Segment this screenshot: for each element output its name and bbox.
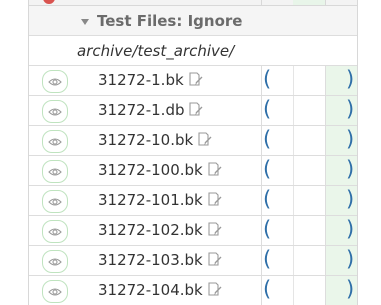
column-divider [293,216,294,245]
group-header[interactable]: Test Files: Ignore [29,6,357,36]
edit-file-icon[interactable] [207,252,223,266]
open-paren: ( [263,157,272,181]
file-row[interactable]: 31272-10.bk () [29,126,357,156]
file-row[interactable]: 31272-1.db () [29,96,357,126]
column-divider [261,186,262,215]
close-paren: ) [346,127,355,151]
file-name[interactable]: 31272-10.bk [98,131,213,149]
file-name-text: 31272-1.bk [98,71,184,89]
file-name-text: 31272-101.bk [98,191,203,209]
view-eye-button[interactable] [42,250,68,273]
file-name[interactable]: 31272-100.bk [98,161,223,179]
file-name[interactable]: 31272-1.db [98,101,204,119]
collapse-triangle-icon[interactable] [81,18,89,25]
column-divider [293,276,294,305]
close-paren: ) [346,67,355,91]
error-indicator-icon [43,0,55,4]
eye-icon [48,107,62,116]
file-row[interactable]: 31272-1.bk () [29,66,357,96]
column-divider [293,246,294,275]
file-name[interactable]: 31272-1.bk [98,71,204,89]
view-eye-button[interactable] [42,70,68,93]
eye-icon [48,227,62,236]
eye-icon [48,77,62,86]
file-name-text: 31272-1.db [98,101,185,119]
column-divider [261,276,262,305]
close-paren: ) [346,187,355,211]
column-divider [325,0,326,5]
file-row[interactable]: 31272-104.bk () [29,276,357,305]
file-name-text: 31272-10.bk [98,131,194,149]
file-name-text: 31272-104.bk [98,281,203,299]
column-divider [293,186,294,215]
edit-file-icon[interactable] [197,132,213,146]
file-name-text: 31272-100.bk [98,161,203,179]
view-eye-button[interactable] [42,280,68,303]
file-row[interactable]: 31272-103.bk () [29,246,357,276]
eye-icon [48,287,62,296]
open-paren: ( [263,97,272,121]
file-list-panel: Test Files: Ignore archive/test_archive/… [28,0,358,305]
column-divider [261,0,262,5]
group-title: Test Files: Ignore [97,11,243,30]
file-name-text: 31272-103.bk [98,251,203,269]
close-paren: ) [346,217,355,241]
column-divider [261,246,262,275]
view-eye-button[interactable] [42,160,68,183]
column-divider [293,156,294,185]
file-name[interactable]: 31272-101.bk [98,191,223,209]
eye-icon [48,257,62,266]
open-paren: ( [263,217,272,241]
close-paren: ) [346,247,355,271]
eye-icon [48,197,62,206]
file-row[interactable]: 31272-102.bk () [29,216,357,246]
column-divider [293,126,294,155]
folder-path-row: archive/test_archive/ [29,36,357,66]
view-eye-button[interactable] [42,190,68,213]
view-eye-button[interactable] [42,100,68,123]
column-divider [261,126,262,155]
view-eye-button[interactable] [42,220,68,243]
edit-file-icon[interactable] [188,72,204,86]
folder-path: archive/test_archive/ [77,41,235,60]
edit-file-icon[interactable] [188,102,204,116]
status-column-cell [293,0,325,5]
edit-file-icon[interactable] [207,192,223,206]
column-divider [261,156,262,185]
file-name-text: 31272-102.bk [98,221,203,239]
open-paren: ( [263,67,272,91]
column-divider [261,66,262,95]
eye-icon [48,137,62,146]
file-name[interactable]: 31272-102.bk [98,221,223,239]
edit-file-icon[interactable] [207,222,223,236]
open-paren: ( [263,187,272,211]
file-name[interactable]: 31272-103.bk [98,251,223,269]
edit-file-icon[interactable] [207,282,223,296]
open-paren: ( [263,247,272,271]
column-divider [261,216,262,245]
column-divider [261,96,262,125]
open-paren: ( [263,127,272,151]
edit-file-icon[interactable] [207,162,223,176]
file-row[interactable]: 31272-100.bk () [29,156,357,186]
column-divider [293,66,294,95]
open-paren: ( [263,277,272,301]
column-divider [293,96,294,125]
view-eye-button[interactable] [42,130,68,153]
close-paren: ) [346,277,355,301]
close-paren: ) [346,97,355,121]
close-paren: ) [346,157,355,181]
eye-icon [48,167,62,176]
file-row[interactable]: 31272-101.bk () [29,186,357,216]
file-name[interactable]: 31272-104.bk [98,281,223,299]
